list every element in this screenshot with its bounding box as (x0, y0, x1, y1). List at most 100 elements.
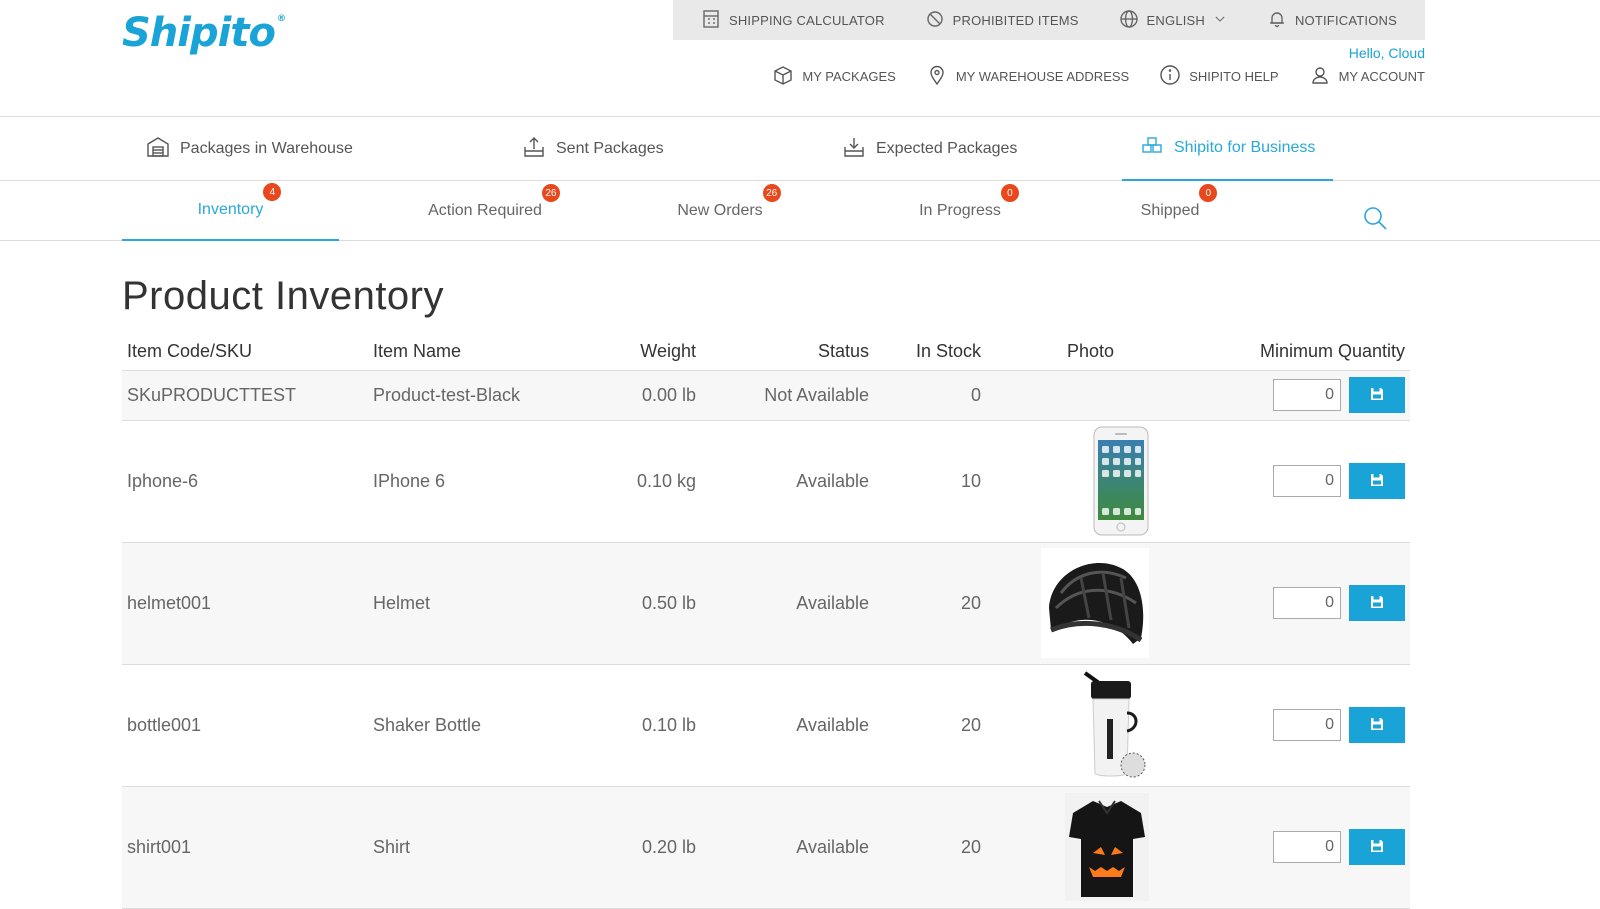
table-row: helmet001 Helmet 0.50 lb Available 20 (122, 542, 1410, 665)
warehouse-icon (146, 135, 170, 164)
cell-in-stock: 0 (874, 370, 986, 421)
site-header: Shipito ® SHIPPING CALCULATOR PROHIBITED… (0, 0, 1600, 117)
column-header-weight: Weight (568, 334, 701, 371)
tab-shipped-label: Shipped (1140, 202, 1200, 219)
cell-photo (986, 420, 1154, 543)
tab-inventory[interactable]: Inventory 4 (122, 181, 339, 241)
cell-weight: 0.20 lb (568, 786, 701, 909)
cell-item-name: Product-test-Black (368, 370, 568, 421)
nav-shipito-for-business[interactable]: Shipito for Business (1122, 117, 1334, 181)
cell-item-name: Shirt (368, 786, 568, 909)
table-row: bottle001 Shaker Bottle 0.10 lb Availabl… (122, 664, 1410, 787)
shirt-photo[interactable] (1065, 793, 1149, 901)
search-icon[interactable] (1362, 205, 1388, 231)
floppy-disk-icon (1369, 594, 1385, 613)
inventory-count-badge: 4 (263, 183, 282, 201)
cell-status: Not Available (701, 370, 874, 421)
cell-weight: 0.10 kg (568, 420, 701, 543)
tab-action-required[interactable]: Action Required 26 (380, 181, 590, 241)
column-header-sku: Item Code/SKU (122, 334, 368, 371)
helmet-photo[interactable] (1041, 548, 1149, 658)
nav-expected-packages[interactable]: Expected Packages (842, 117, 1017, 181)
business-subtabs: Inventory 4 Action Required 26 New Order… (0, 181, 1600, 241)
nav-shipito-for-business-label: Shipito for Business (1174, 139, 1316, 156)
cell-in-stock: 20 (874, 664, 986, 787)
prohibited-items-link[interactable]: PROHIBITED ITEMS (925, 9, 1079, 32)
minimum-quantity-input[interactable] (1273, 379, 1341, 411)
calculator-icon (701, 9, 721, 32)
minimum-quantity-input[interactable] (1273, 465, 1341, 497)
upload-box-icon (522, 135, 546, 164)
cell-weight: 0.00 lb (568, 370, 701, 421)
cell-photo (986, 542, 1154, 665)
prohibited-icon (925, 9, 945, 32)
nav-packages-in-warehouse-label: Packages in Warehouse (180, 140, 353, 157)
tab-new-orders-label: New Orders (677, 202, 763, 219)
floppy-disk-icon (1369, 386, 1385, 405)
column-header-photo: Photo (986, 334, 1154, 371)
save-button[interactable] (1349, 585, 1405, 621)
nav-packages-in-warehouse[interactable]: Packages in Warehouse (146, 117, 353, 181)
user-icon (1309, 64, 1331, 89)
table-row: Iphone-6 IPhone 6 0.10 kg Available 10 (122, 420, 1410, 543)
my-account-label: MY ACCOUNT (1338, 69, 1425, 84)
my-packages-link[interactable]: MY PACKAGES (772, 64, 896, 89)
cell-status: Available (701, 786, 874, 909)
shipito-logo[interactable]: Shipito ® (122, 10, 286, 56)
in-progress-count-badge: 0 (1000, 184, 1019, 202)
cell-status: Available (701, 664, 874, 787)
save-button[interactable] (1349, 377, 1405, 413)
cell-photo (986, 664, 1154, 787)
column-header-minimum-quantity: Minimum Quantity (1154, 334, 1410, 371)
nav-expected-packages-label: Expected Packages (876, 140, 1018, 157)
my-packages-label: MY PACKAGES (802, 69, 896, 84)
user-greeting[interactable]: Hello, Cloud (1349, 45, 1425, 61)
tab-action-required-label: Action Required (428, 202, 542, 219)
utility-bar: SHIPPING CALCULATOR PROHIBITED ITEMS ENG… (673, 0, 1425, 40)
column-header-status: Status (701, 334, 874, 371)
minimum-quantity-input[interactable] (1273, 709, 1341, 741)
cell-in-stock: 20 (874, 542, 986, 665)
action-required-count-badge: 26 (541, 184, 560, 202)
save-button[interactable] (1349, 707, 1405, 743)
notifications-link[interactable]: NOTIFICATIONS (1267, 9, 1397, 32)
cell-item-name: IPhone 6 (368, 420, 568, 543)
nav-sent-packages-label: Sent Packages (556, 140, 664, 157)
cell-minimum-quantity (1154, 786, 1410, 909)
my-warehouse-address-link[interactable]: MY WAREHOUSE ADDRESS (926, 64, 1129, 89)
tab-shipped[interactable]: Shipped 0 (1080, 181, 1260, 241)
globe-icon (1119, 9, 1139, 32)
floppy-disk-icon (1369, 838, 1385, 857)
cell-minimum-quantity (1154, 370, 1410, 421)
shipito-help-label: SHIPITO HELP (1189, 69, 1279, 84)
my-warehouse-address-label: MY WAREHOUSE ADDRESS (955, 69, 1130, 84)
info-icon (1159, 64, 1181, 89)
shipito-help-link[interactable]: SHIPITO HELP (1159, 64, 1279, 89)
language-selector[interactable]: ENGLISH (1119, 9, 1227, 32)
shipping-calculator-label: SHIPPING CALCULATOR (728, 12, 885, 28)
minimum-quantity-input[interactable] (1273, 831, 1341, 863)
prohibited-items-label: PROHIBITED ITEMS (952, 12, 1079, 28)
account-nav: MY PACKAGES MY WAREHOUSE ADDRESS SHIPITO… (772, 64, 1425, 89)
cell-sku: SKuPRODUCTTEST (122, 370, 368, 421)
my-account-link[interactable]: MY ACCOUNT (1309, 64, 1425, 89)
bottle-photo[interactable] (1077, 669, 1149, 781)
nav-sent-packages[interactable]: Sent Packages (522, 117, 664, 181)
table-row: SKuPRODUCTTEST Product-test-Black 0.00 l… (122, 370, 1410, 421)
column-header-in-stock: In Stock (874, 334, 986, 371)
cell-in-stock: 20 (874, 786, 986, 909)
new-orders-count-badge: 26 (762, 184, 781, 202)
tab-in-progress[interactable]: In Progress 0 (860, 181, 1060, 241)
minimum-quantity-input[interactable] (1273, 587, 1341, 619)
phone-photo[interactable] (1093, 426, 1149, 536)
tab-new-orders[interactable]: New Orders 26 (620, 181, 820, 241)
shipping-calculator-link[interactable]: SHIPPING CALCULATOR (701, 9, 885, 32)
bell-icon (1267, 9, 1287, 32)
main-navigation: Packages in Warehouse Sent Packages Expe… (0, 117, 1600, 181)
cell-photo (986, 370, 1154, 421)
floppy-disk-icon (1369, 716, 1385, 735)
cell-sku: shirt001 (122, 786, 368, 909)
save-button[interactable] (1349, 463, 1405, 499)
logo-text: Shipito (122, 10, 276, 56)
save-button[interactable] (1349, 829, 1405, 865)
